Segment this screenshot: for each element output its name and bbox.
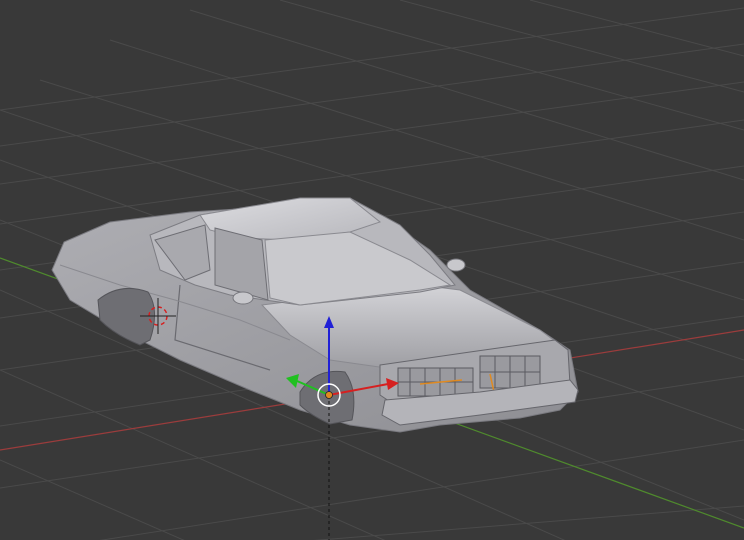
side-mirror	[447, 259, 465, 271]
object-origin-icon	[326, 392, 333, 399]
3d-viewport[interactable]	[0, 0, 744, 540]
car-mesh[interactable]	[52, 198, 578, 432]
rear-wheel-well	[98, 288, 155, 345]
side-mirror	[233, 292, 253, 304]
